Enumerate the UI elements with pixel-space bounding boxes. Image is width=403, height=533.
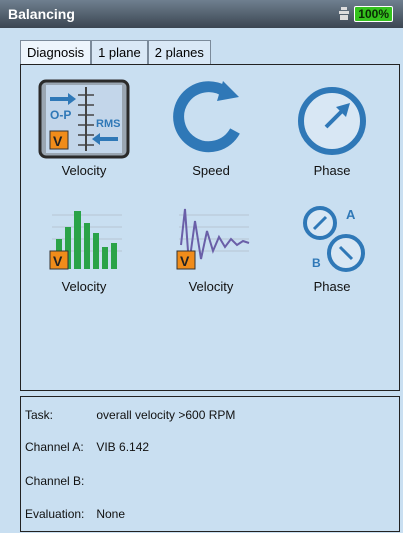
evaluation-row: Evaluation: None bbox=[25, 507, 125, 521]
tile-overall-velocity-label: Velocity bbox=[61, 163, 107, 178]
tile-phase-label: Phase bbox=[313, 163, 351, 178]
tab-diagnosis[interactable]: Diagnosis bbox=[20, 40, 92, 65]
channel-a-label: A bbox=[346, 207, 356, 222]
tile-waveform-velocity-label: Velocity bbox=[188, 279, 234, 294]
tile-overall-velocity[interactable]: O-P RMS V Velocity bbox=[24, 79, 144, 178]
tile-spectrum-velocity-label: Velocity bbox=[61, 279, 107, 294]
tile-spectrum-velocity[interactable]: V Velocity bbox=[24, 205, 144, 294]
task-row: Task: overall velocity >600 RPM bbox=[25, 408, 235, 422]
tab-bar: Diagnosis 1 plane 2 planes bbox=[20, 40, 211, 65]
phase-icon bbox=[298, 87, 366, 155]
channel-a-key: Channel A: bbox=[25, 440, 84, 454]
title-bar: Balancing 100% bbox=[0, 0, 403, 28]
overall-velocity-icon: O-P RMS V bbox=[38, 79, 130, 159]
info-panel: Task: overall velocity >600 RPM Channel … bbox=[20, 396, 400, 532]
channel-b-key: Channel B: bbox=[25, 474, 85, 488]
channel-b-row: Channel B: bbox=[25, 474, 93, 488]
channel-a-row: Channel A: VIB 6.142 bbox=[25, 440, 149, 454]
battery-percentage: 100% bbox=[354, 6, 393, 22]
tile-two-channel-phase[interactable]: A B Phase bbox=[272, 205, 392, 294]
tile-speed[interactable]: Speed bbox=[151, 79, 271, 178]
v-badge: V bbox=[53, 253, 63, 269]
battery-indicator: 100% bbox=[338, 6, 393, 22]
evaluation-value: None bbox=[96, 507, 126, 521]
task-value: overall velocity >600 RPM bbox=[96, 408, 236, 422]
speed-icon bbox=[173, 81, 240, 153]
spectrum-velocity-icon: V bbox=[49, 211, 122, 270]
tab-2-planes[interactable]: 2 planes bbox=[147, 40, 211, 65]
measurement-panel: O-P RMS V Velocity Speed Phase V Velocit… bbox=[20, 64, 400, 391]
window-title: Balancing bbox=[8, 6, 75, 22]
evaluation-key: Evaluation: bbox=[25, 507, 85, 521]
tile-waveform-velocity[interactable]: V Velocity bbox=[151, 205, 271, 294]
channel-a-value: VIB 6.142 bbox=[96, 440, 150, 454]
channel-b-label: B bbox=[312, 256, 321, 270]
tile-phase[interactable]: Phase bbox=[272, 79, 392, 178]
tile-two-channel-phase-label: Phase bbox=[313, 279, 351, 294]
two-channel-phase-icon: A B bbox=[303, 206, 365, 272]
tab-1-plane[interactable]: 1 plane bbox=[91, 40, 148, 65]
v-badge: V bbox=[53, 133, 63, 149]
rms-label: RMS bbox=[96, 118, 120, 130]
tile-speed-label: Speed bbox=[192, 163, 230, 178]
op-label: O-P bbox=[50, 108, 71, 122]
waveform-velocity-icon: V bbox=[176, 208, 250, 270]
task-key: Task: bbox=[25, 408, 54, 422]
v-badge: V bbox=[180, 253, 190, 269]
plug-icon bbox=[339, 7, 350, 20]
